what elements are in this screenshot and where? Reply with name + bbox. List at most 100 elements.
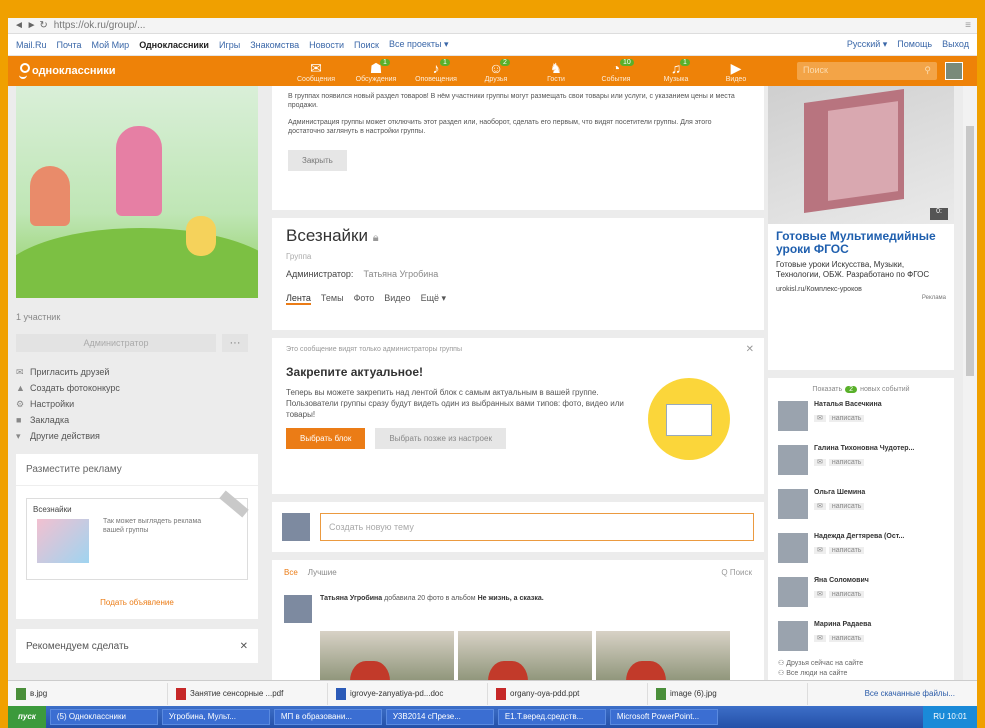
taskbar-item[interactable]: Угробина, Мульт... <box>161 709 270 725</box>
search-icon: ⚲ <box>924 65 931 75</box>
search-input[interactable]: Поиск ⚲ <box>797 62 937 80</box>
participants-count[interactable]: 1 участник <box>16 312 266 322</box>
toplink[interactable]: Игры <box>219 40 240 50</box>
new-topic-input[interactable]: Создать новую тему <box>320 513 754 541</box>
help-link[interactable]: Помощь <box>897 39 932 50</box>
toplink[interactable]: Mail.Ru <box>16 40 47 50</box>
word-file-icon <box>336 687 346 700</box>
taskbar-item[interactable]: Е1.Т.веред.средств... <box>497 709 606 725</box>
action-photo-contest[interactable]: ▲ Создать фотоконкурс <box>16 380 266 396</box>
page-scrollbar[interactable] <box>963 86 977 696</box>
user-avatar[interactable] <box>945 62 963 80</box>
nav-discussions[interactable]: ☗ 1 Обсуждения <box>348 58 404 83</box>
nav-friends[interactable]: ☺ 2 Друзья <box>468 58 524 83</box>
all-downloads-link[interactable]: Все скачанные файлы... <box>865 689 977 698</box>
message-icon: ✉ <box>814 547 826 554</box>
friend-item[interactable]: Галина Тихоновна Чудотер... ✉ написать <box>778 445 944 481</box>
notice-close-button[interactable]: Закрыть <box>288 150 347 171</box>
address-bar[interactable]: ◄ ► ↻ https://ok.ru/group/... ≡ <box>8 18 977 34</box>
tab-photos[interactable]: Фото <box>354 293 375 305</box>
tab-feed[interactable]: Лента <box>286 293 311 305</box>
action-other[interactable]: ▾ Другие действия <box>16 428 266 444</box>
promo-source-link[interactable]: urokisl.ru/Комплекс-уроков <box>768 284 954 295</box>
nav-messages[interactable]: ✉ Сообщения <box>288 60 344 83</box>
toplink[interactable]: Поиск <box>354 40 379 50</box>
post-album-link[interactable]: Не жизнь, а сказка. <box>478 595 544 602</box>
bookmark-icon: ■ <box>16 415 22 425</box>
write-link[interactable]: написать <box>828 591 865 598</box>
friend-item[interactable]: Марина Радаева ✉ написать <box>778 621 944 657</box>
toplink[interactable]: Мой Мир <box>92 40 130 50</box>
nav-music[interactable]: ♫ 1 Музыка <box>648 58 704 83</box>
friend-item[interactable]: Наталья Васечкина ✉ написать <box>778 401 944 437</box>
system-tray[interactable]: RU 10:01 <box>923 706 977 728</box>
write-link[interactable]: написать <box>828 459 865 466</box>
portal-top-links: Mail.Ru Почта Мой Мир Одноклассники Игры… <box>8 34 977 56</box>
scrollbar-thumb[interactable] <box>966 126 974 376</box>
toplink[interactable]: Почта <box>57 40 82 50</box>
more-button[interactable]: ··· <box>222 334 248 352</box>
ok-header: одноклассники ✉ Сообщения ☗ 1 Обсуждения ♪ 1… <box>8 56 977 86</box>
feed-search-button[interactable]: Q Поиск <box>721 568 752 577</box>
group-type: Группа <box>286 252 312 261</box>
taskbar-item[interactable]: У3В2014 сПрезе... <box>385 709 494 725</box>
friend-item[interactable]: Яна Соломович ✉ написать <box>778 577 944 613</box>
footprints-icon: ♞ <box>549 59 563 76</box>
friend-item[interactable]: Ольга Шемина ✉ написать <box>778 489 944 525</box>
download-item[interactable]: в.jpg <box>8 682 168 705</box>
ppt-file-icon <box>496 687 506 700</box>
feed-tab-best[interactable]: Лучшие <box>308 568 337 577</box>
toplink[interactable]: Знакомства <box>250 40 299 50</box>
write-link[interactable]: написать <box>828 415 865 422</box>
bell-icon: ♪ <box>432 59 440 76</box>
toplink[interactable]: Новости <box>309 40 344 50</box>
action-settings[interactable]: ⚙ Настройки <box>16 396 266 412</box>
language-link[interactable]: Русский ▾ <box>847 39 887 50</box>
nav-events[interactable]: ◔ 10 События <box>588 58 644 83</box>
download-item[interactable]: Занятие сенсорные ...pdf <box>168 682 328 705</box>
new-events-link[interactable]: Показать 2 новых событий <box>778 386 944 393</box>
promo-title[interactable]: Готовые Мультимедийные уроки ФГОС <box>768 224 954 256</box>
all-people-link[interactable]: ⚇ Все люди на сайте <box>778 669 944 677</box>
action-bookmark[interactable]: ■ Закладка <box>16 412 266 428</box>
choose-later-button[interactable]: Выбрать позже из настроек <box>375 428 506 449</box>
start-button[interactable]: пуск <box>8 706 46 728</box>
download-item[interactable]: igrovye-zanyatiya-pd...doc <box>328 682 488 705</box>
close-icon[interactable]: ✕ <box>746 344 754 355</box>
avatar <box>778 489 808 519</box>
tab-video[interactable]: Видео <box>384 293 410 305</box>
friend-item[interactable]: Надежда Дегтярева (Ост... ✉ написать <box>778 533 944 569</box>
admin-name-link[interactable]: Татьяна Угробина <box>363 269 438 279</box>
tab-topics[interactable]: Темы <box>321 293 344 305</box>
write-link[interactable]: написать <box>828 635 865 642</box>
taskbar-item[interactable]: МП в образовани... <box>273 709 382 725</box>
music-icon: ♫ <box>670 59 682 76</box>
toplink[interactable]: Все проекты ▾ <box>389 39 449 50</box>
browser-menu-icon[interactable]: ≡ <box>965 20 971 31</box>
browser-nav-buttons[interactable]: ◄ ► ↻ <box>14 20 48 31</box>
download-item[interactable]: image (6).jpg <box>648 682 808 705</box>
action-invite-friends[interactable]: ✉ Пригласить друзей <box>16 364 266 380</box>
nav-guests[interactable]: ♞ Гости <box>528 60 584 83</box>
toplink-active[interactable]: Одноклассники <box>139 40 209 50</box>
write-link[interactable]: написать <box>828 503 865 510</box>
nav-badge: 10 <box>620 58 634 66</box>
admin-button[interactable]: Администратор <box>16 334 216 352</box>
tab-more[interactable]: Ещё ▾ <box>421 293 446 305</box>
write-link[interactable]: написать <box>828 547 865 554</box>
close-icon[interactable]: ✕ <box>240 641 248 652</box>
feed-tab-all[interactable]: Все <box>284 568 298 577</box>
download-item[interactable]: organy-oya-pdd.ppt <box>488 682 648 705</box>
taskbar-item[interactable]: Microsoft PowerPoint... <box>609 709 718 725</box>
submit-ad-link[interactable]: Подать объявление <box>16 592 258 619</box>
logout-link[interactable]: Выход <box>942 39 969 50</box>
choose-block-button[interactable]: Выбрать блок <box>286 428 366 449</box>
url-text[interactable]: https://ok.ru/group/... <box>54 20 146 31</box>
nav-notifications[interactable]: ♪ 1 Оповещения <box>408 58 464 83</box>
friends-online-link[interactable]: ⚇ Друзья сейчас на сайте <box>778 659 944 667</box>
nav-video[interactable]: ▶ Видео <box>708 60 764 83</box>
post-author[interactable]: Татьяна Угробина <box>320 595 382 602</box>
taskbar-item[interactable]: (5) Одноклассники <box>49 709 158 725</box>
ok-logo[interactable]: одноклассники <box>8 63 248 79</box>
ad-promo[interactable]: 0: Готовые Мультимедийные уроки ФГОС Гот… <box>768 86 954 370</box>
